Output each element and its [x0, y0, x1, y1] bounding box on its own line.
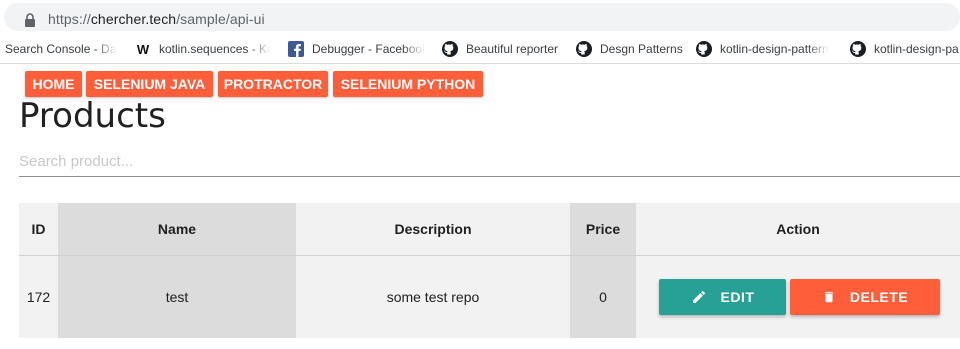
nav-home[interactable]: HOME [25, 71, 82, 97]
header-price[interactable]: Price [570, 203, 636, 256]
github-icon [442, 41, 458, 57]
header-id[interactable]: ID [19, 203, 58, 256]
page-title: Products [19, 96, 166, 136]
header-action: Action [636, 203, 960, 256]
w-icon: W [136, 41, 150, 57]
bookmark-kotlin-sequences[interactable]: W kotlin.sequences - Ko [135, 40, 271, 58]
header-description[interactable]: Description [296, 203, 570, 256]
bookmark-design-patterns[interactable]: Desgn Patterns [576, 40, 686, 58]
bookmark-kotlin-design-patterns[interactable]: kotlin-design-pattern [696, 40, 832, 58]
table-row: 172 test some test repo 0 EDIT DELETE [19, 255, 960, 338]
address-bar: https://chercher.tech/sample/api-ui [0, 0, 960, 34]
bookmark-label: Beautiful reporter [466, 42, 559, 56]
cell-id: 172 [19, 255, 58, 338]
url-text[interactable]: https://chercher.tech/sample/api-ui [48, 11, 265, 27]
edit-label: EDIT [720, 289, 755, 305]
delete-label: DELETE [849, 289, 909, 305]
header-name[interactable]: Name [58, 203, 296, 256]
bookmark-label: Desgn Patterns [600, 42, 683, 56]
search-input[interactable] [19, 146, 960, 177]
delete-button[interactable]: DELETE [790, 279, 940, 315]
lock-icon[interactable] [24, 13, 38, 27]
pencil-icon [692, 290, 705, 303]
nav-selenium-java[interactable]: SELENIUM JAVA [86, 71, 213, 97]
facebook-icon [288, 41, 304, 57]
cell-name: test [58, 255, 296, 338]
bookmark-label: kotlin.sequences - Ko [159, 42, 271, 56]
omnibox[interactable]: https://chercher.tech/sample/api-ui [4, 3, 960, 31]
bookmark-label: Search Console - Das [5, 42, 117, 56]
bookmark-label: Debugger - Facebook [312, 42, 425, 56]
table-header-row: ID Name Description Price Action [19, 203, 960, 256]
cell-action: EDIT DELETE [636, 255, 960, 338]
row-actions: EDIT DELETE [636, 279, 960, 315]
bookmark-facebook-debugger[interactable]: Debugger - Facebook [288, 40, 425, 58]
bookmark-label: kotlin-design-pattern [720, 42, 829, 56]
github-icon [850, 41, 866, 57]
github-icon [576, 41, 592, 57]
bookmark-label: kotlin-design-pa [874, 42, 959, 56]
trash-icon [824, 291, 833, 303]
edit-button[interactable]: EDIT [659, 279, 786, 315]
github-icon [696, 41, 712, 57]
bookmark-search-console[interactable]: Search Console - Das [5, 40, 117, 58]
bookmarks-bar: Search Console - Das W kotlin.sequences … [0, 34, 960, 64]
bookmark-kotlin-design-pa[interactable]: kotlin-design-pa [850, 40, 960, 58]
cell-description: some test repo [296, 255, 570, 338]
nav-selenium-python[interactable]: SELENIUM PYTHON [333, 71, 483, 97]
bookmark-beautiful-reporter[interactable]: Beautiful reporter [442, 40, 567, 58]
products-table: ID Name Description Price Action 172 tes… [19, 203, 960, 338]
cell-price: 0 [570, 255, 636, 338]
nav-protractor[interactable]: PROTRACTOR [218, 71, 328, 97]
